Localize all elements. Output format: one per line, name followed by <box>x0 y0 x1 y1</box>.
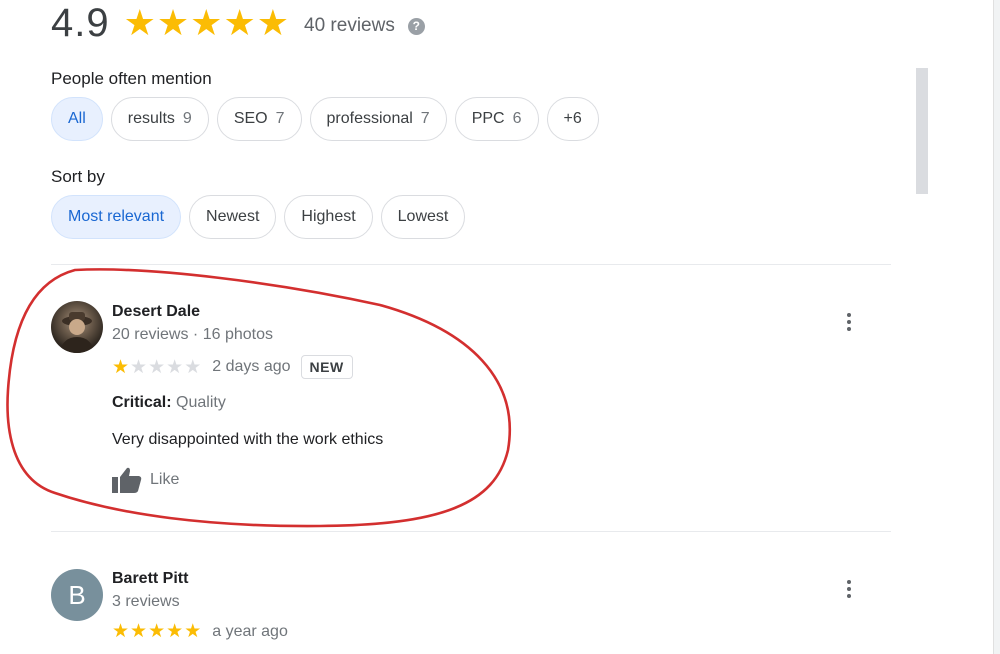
chip-all[interactable]: All <box>51 97 103 141</box>
review-rating-row: ★ ★ ★ ★ ★ a year ago <box>112 622 288 641</box>
sort-options: Most relevant Newest Highest Lowest <box>51 195 473 239</box>
chip-label: professional <box>326 110 413 127</box>
sort-highest[interactable]: Highest <box>284 195 373 239</box>
review-count: 40 reviews <box>304 15 395 36</box>
question-mark-icon[interactable]: ? <box>407 17 425 35</box>
critical-label: Critical: <box>112 394 172 411</box>
star-icon: ★ <box>256 2 290 43</box>
star-icon: ★ <box>166 356 184 378</box>
review-item: Desert Dale 20 reviews · 16 photos ★ ★ ★… <box>51 301 871 501</box>
star-icon: ★ <box>190 2 223 43</box>
star-icon: ★ <box>184 356 202 378</box>
star-icon: ★ <box>112 356 130 378</box>
reviewer-name[interactable]: Barett Pitt <box>112 570 188 588</box>
divider <box>51 531 891 532</box>
more-options-icon[interactable] <box>837 577 861 601</box>
avatar[interactable] <box>51 301 103 353</box>
chip-seo[interactable]: SEO 7 <box>216 97 302 141</box>
more-options-icon[interactable] <box>837 310 861 334</box>
review-text: Very disappointed with the work ethics <box>112 431 384 448</box>
like-label: Like <box>150 471 180 488</box>
chip-label: results <box>127 110 175 127</box>
chip-results[interactable]: results 9 <box>110 97 209 141</box>
star-icon: ★ <box>184 621 202 642</box>
chip-label: PPC <box>471 110 505 127</box>
sort-label: Sort by <box>51 167 105 186</box>
rating-summary: 4.9 ★ ★ ★ ★ ★ 40 reviews ? <box>51 0 425 46</box>
star-icon: ★ <box>156 2 190 43</box>
star-icon: ★ <box>148 621 166 642</box>
reviewer-meta: 20 reviews · 16 photos <box>112 326 273 343</box>
chip-label: +6 <box>563 110 582 127</box>
new-badge: NEW <box>300 355 353 379</box>
reviewer-photo-icon <box>59 312 95 353</box>
star-icon: ★ <box>166 621 184 642</box>
reviewer-name[interactable]: Desert Dale <box>112 303 200 321</box>
star-icon: ★ <box>223 2 256 43</box>
star-icon: ★ <box>148 356 166 378</box>
sort-option-label: Highest <box>301 208 356 225</box>
chip-label: All <box>68 110 86 127</box>
star-icon: ★ <box>123 2 156 43</box>
chip-label: SEO <box>233 110 268 127</box>
like-button[interactable]: Like <box>112 467 179 493</box>
sort-option-label: Most relevant <box>68 208 165 225</box>
sort-most-relevant[interactable]: Most relevant <box>51 195 182 239</box>
chip-count: 9 <box>182 110 192 127</box>
chip-more[interactable]: +6 <box>546 97 599 141</box>
window-edge <box>993 0 1000 654</box>
review-time: a year ago <box>212 622 288 640</box>
review-item: B Barett Pitt 3 reviews ★ ★ ★ ★ ★ a year… <box>51 569 871 654</box>
star-icon: ★ <box>112 621 130 642</box>
average-rating: 4.9 <box>51 0 110 45</box>
star-icon: ★ <box>130 621 148 642</box>
chip-count: 7 <box>275 110 285 127</box>
avatar[interactable]: B <box>51 569 103 621</box>
sort-newest[interactable]: Newest <box>189 195 277 239</box>
sort-option-label: Newest <box>206 208 260 225</box>
review-stars: ★ ★ ★ ★ ★ <box>112 622 202 641</box>
mentions-label: People often mention <box>51 69 212 88</box>
chip-count: 6 <box>512 110 522 127</box>
critical-value: Quality <box>176 394 226 411</box>
thumbs-up-icon <box>112 467 142 493</box>
sort-lowest[interactable]: Lowest <box>380 195 466 239</box>
sort-option-label: Lowest <box>397 208 449 225</box>
critical-aspect: Critical: Quality <box>112 394 226 412</box>
chip-professional[interactable]: professional 7 <box>309 97 447 141</box>
divider <box>51 264 891 265</box>
review-rating-row: ★ ★ ★ ★ ★ 2 days ago NEW <box>112 355 353 379</box>
star-icon: ★ <box>130 356 148 378</box>
mention-chips: All results 9 SEO 7 professional 7 PPC 6… <box>51 97 607 141</box>
reviewer-meta: 3 reviews <box>112 593 180 610</box>
scrollbar-thumb[interactable] <box>916 68 928 194</box>
chip-ppc[interactable]: PPC 6 <box>454 97 539 141</box>
review-time: 2 days ago <box>212 358 291 375</box>
chip-count: 7 <box>420 110 430 127</box>
rating-stars: ★ ★ ★ ★ ★ <box>124 5 290 41</box>
review-stars: ★ ★ ★ ★ ★ <box>112 358 202 377</box>
